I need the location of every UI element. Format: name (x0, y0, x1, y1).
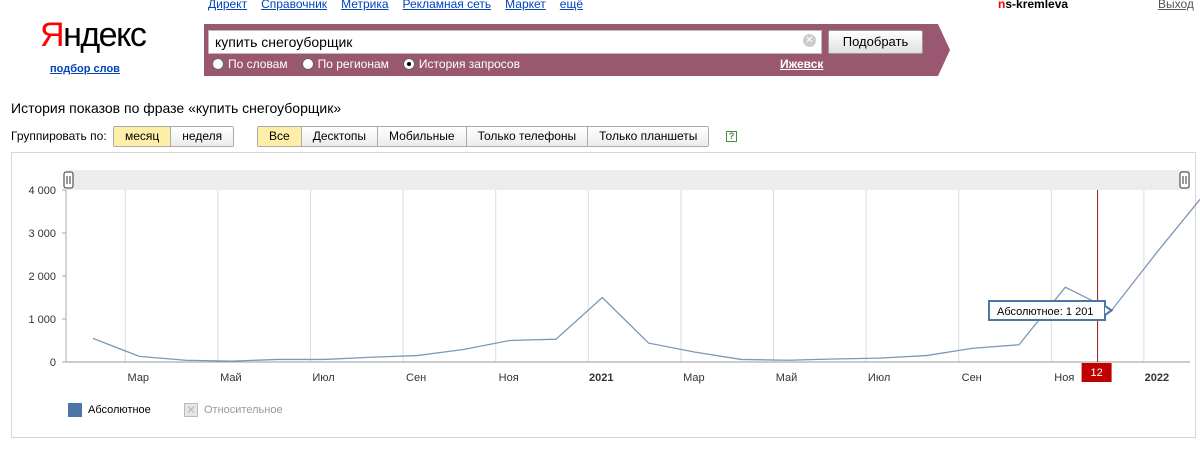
x-tick-label: Июл (312, 372, 334, 384)
data-point (925, 354, 928, 357)
legend-absolute-label[interactable]: Абсолютное (88, 404, 151, 416)
x-tick-label: Июл (868, 372, 890, 384)
data-point (601, 296, 604, 299)
data-point (786, 359, 789, 362)
x-tick-label: Май (776, 372, 798, 384)
data-point (462, 348, 465, 351)
data-point (230, 360, 233, 363)
x-tick-label: Сен (406, 372, 426, 384)
data-point (416, 354, 419, 357)
data-point (832, 357, 835, 360)
history-chart: Мар Май Июл Сен Ноя 2021 Мар Май Июл Сен Ноя 2022 0 1… (28, 170, 1200, 384)
x-tick-label: Мар (128, 372, 150, 384)
data-point (647, 342, 650, 345)
y-tick-label: 3 000 (28, 228, 56, 240)
x-tick-label: 2022 (1145, 372, 1169, 384)
x-tick-label: Май (220, 372, 242, 384)
x-tick-label: Мар (683, 372, 705, 384)
data-point (1156, 250, 1159, 253)
data-point (323, 358, 326, 361)
data-point (138, 355, 141, 358)
x-tick-label: 2021 (589, 372, 613, 384)
y-tick-label: 4 000 (28, 185, 56, 197)
legend-relative-label[interactable]: Относительное (204, 404, 283, 416)
data-point (92, 337, 95, 340)
data-point (184, 359, 187, 362)
data-point (277, 358, 280, 361)
range-navigator (66, 170, 1190, 190)
y-tick-label: 1 000 (28, 314, 56, 326)
data-point (879, 357, 882, 360)
data-point (740, 358, 743, 361)
x-tick-label: Сен (962, 372, 982, 384)
tooltip-pointer (1104, 305, 1114, 316)
data-point (369, 356, 372, 359)
y-tick-label: 0 (50, 357, 56, 369)
data-point (1018, 343, 1021, 346)
legend-absolute-swatch[interactable] (68, 403, 82, 417)
tooltip-text: Абсолютное: 1 201 (997, 306, 1093, 318)
data-point (971, 347, 974, 350)
series-line-absolute (92, 198, 1200, 362)
y-tick-label: 2 000 (28, 271, 56, 283)
data-point (1064, 286, 1067, 289)
data-point (508, 339, 511, 342)
data-point (555, 338, 558, 341)
x-tick-label: Ноя (1054, 372, 1074, 384)
range-handle-left (63, 171, 74, 189)
range-handle-right (1179, 171, 1190, 189)
x-tick-label: Ноя (499, 372, 519, 384)
data-point (693, 351, 696, 354)
legend-relative-swatch[interactable]: ✕ (184, 403, 198, 417)
selected-month-label: 12 (1090, 367, 1102, 379)
